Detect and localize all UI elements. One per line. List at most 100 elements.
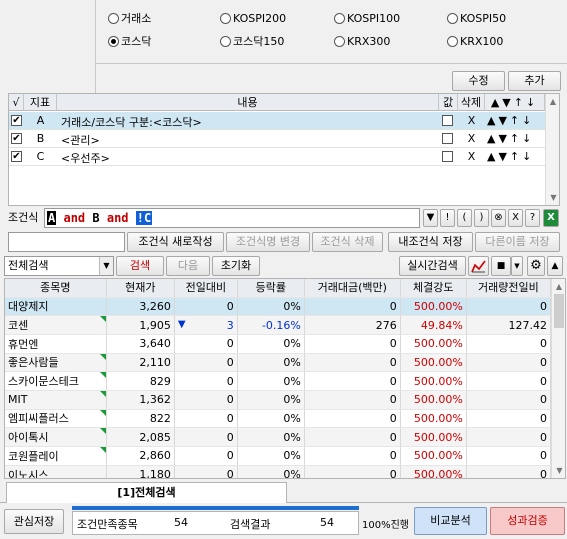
column-header[interactable]: 종목명	[5, 279, 107, 298]
tab-all-search[interactable]: [1]전체검색	[6, 482, 287, 503]
move-up-down-icons[interactable]: ▲▼↑↓	[487, 132, 534, 145]
table-row[interactable]: 이노시스 1,180 0 0% 0 500.00% 0	[5, 465, 552, 479]
realtime-search-button[interactable]: 실시간검색	[399, 256, 466, 276]
table-row[interactable]: 좋은사람들 2,110 0 0% 0 500.00% 0	[5, 353, 552, 373]
performance-verify-button[interactable]: 성과검증	[490, 507, 565, 535]
x-icon[interactable]: X	[508, 209, 523, 227]
market-radio-row2-2[interactable]: KRX300	[334, 35, 390, 49]
column-header[interactable]: 등락률	[237, 279, 305, 298]
compare-analysis-button[interactable]: 비교분석	[414, 507, 487, 535]
cond-header-value: 값	[439, 94, 458, 111]
market-radio-row2-3[interactable]: KRX100	[447, 35, 503, 49]
table-row[interactable]: 코센 1,905 ▼ 3 -0.16% 276 49.84% 127.42	[5, 315, 552, 335]
table-row[interactable]: 휴먼엔 3,640 0 0% 0 500.00% 0	[5, 334, 552, 354]
flag-icon	[99, 390, 106, 397]
formula-label: 조건식	[8, 211, 39, 224]
table-row[interactable]: MIT 1,362 0 0% 0 500.00% 0	[5, 390, 552, 410]
condition-value-checkbox[interactable]	[442, 133, 453, 144]
match-label: 조건만족종목	[77, 518, 138, 531]
cond-scrollbar[interactable]: ▲ ▼	[545, 94, 559, 205]
amount-cell: 0	[304, 446, 401, 466]
reset-button[interactable]: 초기화	[212, 256, 260, 276]
condition-name-input[interactable]	[8, 232, 125, 252]
column-header[interactable]: 거래량전일비	[466, 279, 552, 298]
table-row[interactable]: 코원플레이 2,860 0 0% 0 500.00% 0	[5, 446, 552, 466]
condition-value-checkbox[interactable]	[442, 115, 453, 126]
save-as-button[interactable]: 다른이름 저장	[475, 232, 560, 252]
search-scope-select[interactable]: 전체검색 ▼	[4, 256, 114, 276]
market-radio-row1-1[interactable]: KOSPI200	[220, 12, 286, 26]
result-value: 54	[320, 516, 334, 529]
condition-delete[interactable]: X	[458, 150, 485, 163]
condition-checkbox[interactable]: ✔	[11, 115, 22, 126]
results-scrollbar[interactable]: ▲ ▼	[551, 279, 565, 478]
column-header[interactable]: 거래대금(백만)	[304, 279, 401, 298]
column-header[interactable]: 현재가	[106, 279, 175, 298]
formula-input[interactable]: A and B and !C	[44, 208, 420, 228]
market-radio-row1-2[interactable]: KOSPI100	[334, 12, 400, 26]
condition-delete[interactable]: X	[458, 114, 485, 127]
help-icon[interactable]: ?	[525, 209, 540, 227]
cond-header-move: ▲▼↑↓	[485, 94, 545, 111]
volume-ratio-cell: 0	[466, 427, 552, 447]
flag-icon	[99, 428, 106, 435]
collapse-up-icon[interactable]: ▲	[547, 256, 563, 276]
stock-name: 스카이문스테크	[8, 375, 79, 389]
close-paren-icon[interactable]: )	[474, 209, 489, 227]
chevron-down-icon[interactable]: ▼	[511, 256, 523, 276]
price-cell: 3,260	[106, 297, 175, 317]
radio-circle-icon	[447, 13, 458, 24]
add-button[interactable]: 추가	[508, 71, 561, 91]
market-radio-label: KOSPI200	[233, 12, 287, 25]
market-radio-row2-1[interactable]: 코스닥150	[220, 35, 284, 49]
formula-token-c: !C	[135, 211, 153, 225]
price-cell: 2,085	[106, 427, 175, 447]
edit-button[interactable]: 수정	[452, 71, 505, 91]
market-radio-row1-3[interactable]: KOSPI50	[447, 12, 506, 26]
amount-cell: 0	[304, 297, 401, 317]
next-button[interactable]: 다음	[166, 256, 210, 276]
rate-cell: 0%	[237, 334, 305, 354]
search-button[interactable]: 검색	[116, 256, 164, 276]
table-row[interactable]: 엠피씨플러스 822 0 0% 0 500.00% 0	[5, 409, 552, 429]
rename-condition-button[interactable]: 조건식명 변경	[226, 232, 310, 252]
change-cell: 0	[174, 409, 238, 429]
market-radio-label: KRX300	[347, 35, 391, 48]
condition-delete[interactable]: X	[458, 132, 485, 145]
market-radio-row2-0[interactable]: 코스닥	[108, 35, 151, 49]
table-row[interactable]: 대양제지 3,260 0 0% 0 500.00% 0	[5, 297, 552, 317]
market-radio-row1-0[interactable]: 거래소	[108, 12, 151, 26]
formula-and-2: and	[106, 211, 129, 225]
condition-row[interactable]: ✔ A 거래소/코스닥 구분:<코스닥> X ▲▼↑↓	[9, 112, 545, 130]
table-row[interactable]: 스카이문스테크 829 0 0% 0 500.00% 0	[5, 371, 552, 391]
change-cell: 0	[174, 334, 238, 354]
condition-checkbox[interactable]: ✔	[11, 151, 22, 162]
new-condition-button[interactable]: 조건식 새로작성	[127, 232, 224, 252]
chart-icon[interactable]	[468, 256, 489, 276]
price-cell: 829	[106, 371, 175, 391]
radio-circle-icon	[334, 13, 345, 24]
chevron-down-icon[interactable]: ▼	[423, 209, 438, 227]
formula-token-b: B	[92, 211, 100, 225]
move-up-down-icons[interactable]: ▲▼↑↓	[487, 114, 534, 127]
condition-row[interactable]: ✔ C <우선주> X ▲▼↑↓	[9, 148, 545, 166]
condition-row[interactable]: ✔ B <관리> X ▲▼↑↓	[9, 130, 545, 148]
condition-value-checkbox[interactable]	[442, 151, 453, 162]
column-header[interactable]: 체결강도	[400, 279, 467, 298]
excel-icon[interactable]: X	[543, 209, 559, 227]
save-condition-button[interactable]: 내조건식 저장	[388, 232, 473, 252]
column-header[interactable]: 전일대비	[174, 279, 238, 298]
not-icon[interactable]: !	[440, 209, 455, 227]
table-row[interactable]: 아이톡시 2,085 0 0% 0 500.00% 0	[5, 427, 552, 447]
xor-icon[interactable]: ⊗	[491, 209, 506, 227]
toggle-panel-icon[interactable]: ■	[491, 256, 511, 276]
condition-checkbox[interactable]: ✔	[11, 133, 22, 144]
volume-ratio-cell: 127.42	[466, 315, 552, 335]
delete-condition-button[interactable]: 조건식 삭제	[312, 232, 383, 252]
open-paren-icon[interactable]: (	[457, 209, 472, 227]
change-value: 0	[226, 468, 234, 479]
save-interest-button[interactable]: 관심저장	[4, 509, 64, 534]
move-up-down-icons[interactable]: ▲▼↑↓	[487, 150, 534, 163]
gear-icon[interactable]: ⚙	[527, 256, 545, 276]
stock-name: 엠피씨플러스	[8, 412, 69, 426]
